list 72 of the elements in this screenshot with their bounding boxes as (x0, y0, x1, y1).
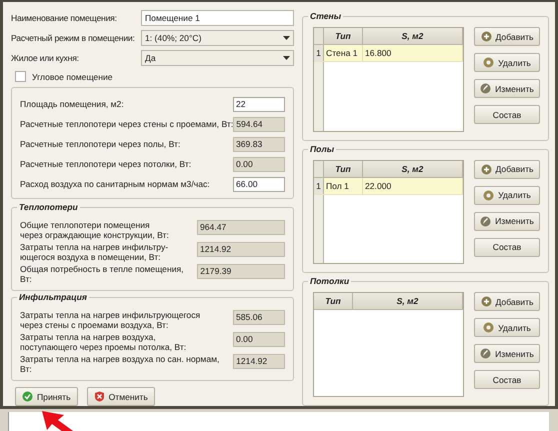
field-label: Затраты тепла на нагрев инфильтрующегося через стены с проемами воздуха, Вт: (20, 310, 200, 330)
add-button[interactable]: Добавить (474, 292, 540, 312)
delete-button[interactable]: Удалить (474, 186, 540, 205)
value-field: 1214.92 (197, 242, 285, 257)
field-label: Затраты тепла на нагрев воздуха по сан. нормам, Вт: (20, 354, 220, 374)
row-header-strip (314, 62, 324, 131)
composition-button[interactable]: Состав (474, 105, 540, 124)
value-field[interactable]: 66.00 (233, 176, 285, 192)
column-header: S, м2 (353, 293, 463, 310)
group-title: Полы (308, 144, 336, 154)
field-label: Расчетные теплопотери через стены с проемами, Вт: (20, 119, 234, 129)
edit-button[interactable]: Изменить (474, 79, 540, 98)
plus-icon (480, 31, 492, 42)
field-label: Наименование помещения: (11, 12, 118, 22)
dropdown[interactable]: 1: (40%; 20°C) (141, 30, 294, 46)
value-field[interactable]: 22 (233, 96, 285, 112)
add-button[interactable]: Добавить (474, 27, 540, 46)
field-label: Затраты тепла на нагрев инфильтру- ющегося воздуха в помещении, Вт: (20, 242, 168, 262)
table-cell: 16.800 (363, 45, 463, 61)
pencil-icon (480, 216, 492, 227)
value-field: 0.00 (233, 332, 285, 347)
composition-button[interactable]: Состав (474, 238, 540, 257)
group-title: Теплопотери (17, 202, 80, 212)
value-field: 369.83 (233, 136, 285, 152)
group-title: Инфильтрация (17, 292, 89, 302)
value-field: 2179.39 (197, 264, 285, 279)
row-header-strip (314, 194, 324, 264)
table-cell: Стена 1 (324, 45, 363, 61)
value-field: 964.47 (197, 220, 285, 235)
group-title: Потолки (308, 276, 352, 286)
table-cell: Пол 1 (324, 178, 363, 194)
field-label: Расчетные теплопотери через полы, Вт: (20, 139, 180, 149)
column-header: S, м2 (363, 160, 463, 177)
field-label: Расчетные теплопотери через потолки, Вт: (20, 159, 192, 169)
field-label: Общая потребность в тепле помещения, Вт: (20, 264, 185, 284)
cancel-icon (94, 391, 105, 402)
add-button[interactable]: Добавить (474, 160, 540, 179)
text-field[interactable]: Помещение 1 (141, 10, 294, 26)
plus-icon (480, 296, 492, 308)
value-field: 585.06 (233, 310, 285, 325)
plus-icon (480, 164, 492, 175)
row-number: 1 (314, 45, 324, 61)
column-header: Тип (314, 293, 353, 310)
edit-button[interactable]: Изменить (474, 212, 540, 231)
field-label: Расход воздуха по санитарным нормам м3/час: (20, 179, 210, 189)
value-field: 594.64 (233, 116, 285, 132)
composition-button[interactable]: Состав (474, 370, 540, 390)
column-header: Тип (324, 28, 363, 44)
field-label: Расчетный режим в помещении: (11, 32, 136, 42)
field-label: Жилое или кухня: (11, 52, 80, 62)
pencil-icon (480, 348, 492, 360)
field-label: Затраты тепла на нагрев воздуха, поступающего через проемы потолка, Вт: (20, 332, 186, 352)
field-label: Площадь помещения, м2: (20, 99, 124, 109)
caret-icon (283, 36, 290, 40)
column-header: Тип (324, 160, 363, 177)
value-field: 0.00 (233, 156, 285, 172)
value-field: 1214.92 (233, 354, 285, 369)
cancel-button[interactable]: Отменить (86, 387, 155, 406)
checkbox[interactable] (15, 71, 26, 82)
row-number: 1 (314, 178, 324, 194)
checkbox-label: Угловое помещение (32, 72, 113, 82)
delete-button[interactable]: Удалить (474, 318, 540, 338)
dropdown[interactable]: Да (141, 50, 294, 66)
column-header: S, м2 (363, 28, 463, 44)
caret-icon (283, 56, 290, 60)
pencil-icon (480, 83, 492, 94)
delete-button[interactable]: Удалить (474, 53, 540, 72)
edit-button[interactable]: Изменить (474, 344, 540, 364)
table-cell: 22.000 (363, 178, 463, 194)
field-label: Общие теплопотери помещения через ограждающие конструкции, Вт: (20, 220, 169, 240)
group-title: Стены (308, 11, 344, 21)
accept-button[interactable]: Принять (15, 387, 78, 406)
